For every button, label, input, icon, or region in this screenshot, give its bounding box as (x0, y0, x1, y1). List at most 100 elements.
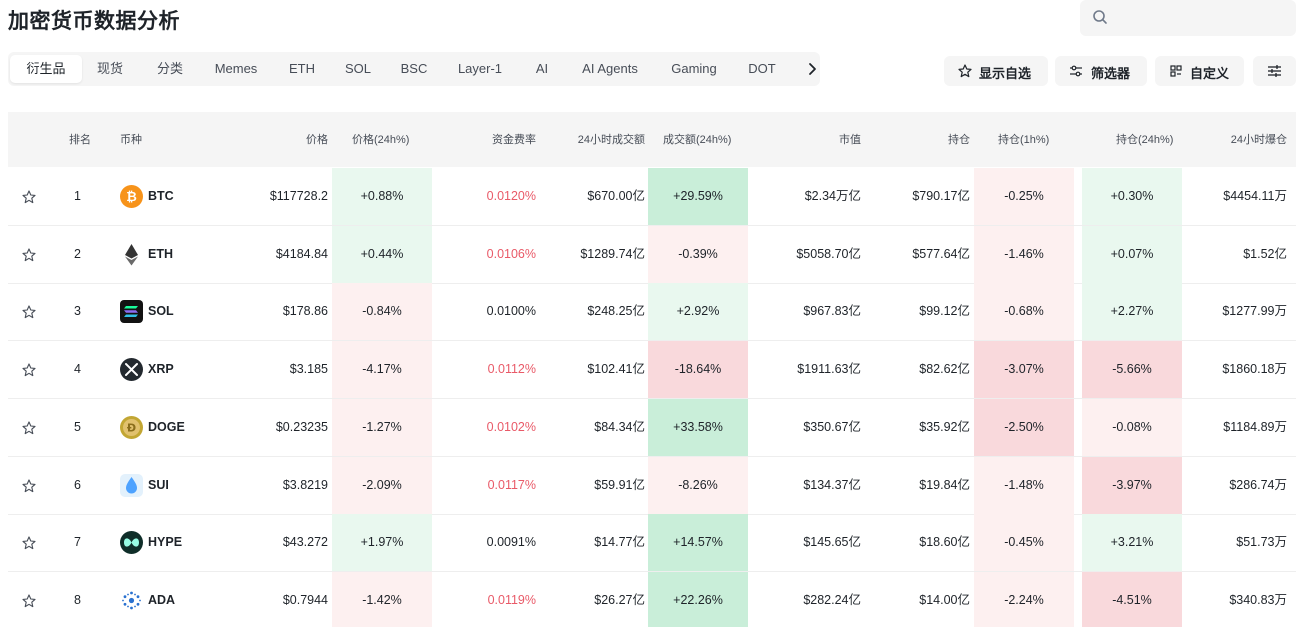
col-coin[interactable]: 币种 (120, 131, 142, 147)
coin-symbol[interactable]: XRP (148, 341, 174, 398)
price-change: +1.97% (360, 535, 404, 550)
tab-memes[interactable]: Memes (208, 55, 264, 83)
watchlist-button[interactable]: 显示自选 (944, 56, 1048, 86)
table-row[interactable]: 1 ₿ BTC $117728.2 +0.88% 0.0120% $670.00… (8, 168, 1296, 226)
coin-symbol[interactable]: DOGE (148, 399, 185, 456)
tab-bsc[interactable]: BSC (394, 55, 434, 83)
funding-rate: 0.0120% (486, 189, 536, 203)
oi-change-24h: +0.07% (1110, 246, 1154, 261)
funding-rate: 0.0119% (487, 592, 536, 607)
rank: 5 (74, 419, 81, 434)
tab-derivatives[interactable]: 衍生品 (10, 55, 82, 83)
favorite-star-icon[interactable] (22, 190, 36, 204)
oi-change-1h: -3.07% (1004, 362, 1044, 377)
volume: $14.77亿 (594, 535, 645, 550)
tab-layer1[interactable]: Layer-1 (452, 55, 508, 83)
table-row[interactable]: 5 Ð DOGE $0.23235 -1.27% 0.0102% $84.34亿… (8, 398, 1296, 457)
oi-change-24h: -0.08% (1112, 419, 1152, 434)
col-market-cap[interactable]: 市值 (839, 131, 861, 147)
sui-icon (120, 473, 143, 497)
volume: $59.91亿 (594, 477, 645, 492)
sol-icon (120, 300, 143, 324)
open-interest: $577.64亿 (912, 246, 970, 261)
price: $117728.2 (269, 189, 328, 203)
col-funding-rate[interactable]: 资金费率 (492, 131, 536, 147)
btc-icon: ₿ (120, 185, 143, 208)
table-row[interactable]: 7 HYPE $43.272 +1.97% 0.0091% $14.77亿 +1… (8, 514, 1296, 573)
customize-button[interactable]: 自定义 (1155, 56, 1244, 86)
oi-change-1h: -0.68% (1004, 304, 1044, 319)
tab-ai[interactable]: AI (528, 55, 556, 83)
rank: 1 (74, 189, 81, 203)
rank: 4 (74, 362, 81, 377)
volume: $84.34亿 (594, 419, 645, 434)
funding-rate: 0.0117% (487, 477, 536, 492)
coin-symbol[interactable]: ADA (148, 572, 175, 627)
market-cap: $134.37亿 (803, 477, 861, 492)
price: $178.86 (282, 304, 328, 319)
col-oi-24h[interactable]: 持仓(24h%) (1116, 131, 1173, 147)
table-row[interactable]: 2 ETH $4184.84 +0.44% 0.0106% $1289.74亿 … (8, 225, 1296, 284)
market-cap: $145.65亿 (803, 535, 861, 550)
col-price-change[interactable]: 价格(24h%) (352, 131, 409, 147)
liquidation: $4454.11万 (1223, 189, 1287, 203)
col-oi-1h[interactable]: 持仓(1h%) (998, 131, 1049, 147)
col-open-interest[interactable]: 持仓 (948, 131, 970, 147)
xrp-icon (120, 358, 143, 382)
col-price[interactable]: 价格 (306, 131, 328, 147)
volume-change: -0.39% (678, 246, 718, 261)
table-row[interactable]: 8 ADA $0.7944 -1.42% 0.0119% $26.27亿 +22… (8, 571, 1296, 627)
favorite-star-icon[interactable] (22, 421, 36, 435)
tab-spot[interactable]: 现货 (88, 55, 132, 83)
open-interest: $19.84亿 (919, 477, 970, 492)
table-row[interactable]: 4 XRP $3.185 -4.17% 0.0112% $102.41亿 -18… (8, 341, 1296, 400)
favorite-star-icon[interactable] (22, 248, 36, 262)
market-cap: $967.83亿 (803, 304, 861, 319)
liquidation: $1184.89万 (1223, 419, 1287, 434)
filter-button[interactable]: 筛选器 (1055, 56, 1147, 86)
coin-symbol[interactable]: BTC (148, 168, 174, 225)
search-input[interactable] (1116, 6, 1286, 30)
sliders-icon (1070, 65, 1082, 77)
page-title: 加密货币数据分析 (8, 9, 180, 33)
col-rank[interactable]: 排名 (69, 131, 91, 147)
favorite-star-icon[interactable] (22, 478, 36, 493)
favorite-star-icon[interactable] (22, 594, 36, 608)
volume: $1289.74亿 (580, 246, 645, 261)
table-row[interactable]: 6 SUI $3.8219 -2.09% 0.0117% $59.91亿 -8.… (8, 456, 1296, 515)
oi-change-24h: -4.51% (1112, 592, 1152, 607)
chevron-right-icon[interactable] (804, 61, 820, 77)
table-header: 排名 币种 价格 价格(24h%) 资金费率 24小时成交额 成交额(24h%)… (8, 112, 1296, 167)
market-cap: $5058.70亿 (796, 246, 861, 261)
category-tabs: 衍生品 现货 分类 Memes ETH SOL BSC Layer-1 AI A… (8, 52, 820, 86)
tab-eth[interactable]: ETH (282, 55, 322, 83)
settings-button[interactable] (1253, 56, 1296, 86)
table-row[interactable]: 3 SOL $178.86 -0.84% 0.0100% $248.25亿 +2… (8, 283, 1296, 342)
favorite-star-icon[interactable] (22, 305, 36, 319)
tab-categories[interactable]: 分类 (148, 55, 192, 83)
col-liquidation[interactable]: 24小时爆仓 (1231, 131, 1287, 147)
coin-symbol[interactable]: SOL (148, 283, 174, 340)
favorite-star-icon[interactable] (22, 536, 36, 550)
svg-text:₿: ₿ (126, 190, 137, 205)
search-box[interactable] (1080, 0, 1296, 36)
liquidation: $1860.18万 (1222, 362, 1287, 377)
oi-change-24h: +3.21% (1110, 535, 1154, 550)
liquidation: $51.73万 (1236, 535, 1287, 550)
price-change: +0.44% (360, 246, 404, 261)
coin-symbol[interactable]: ETH (148, 226, 173, 283)
star-icon (958, 64, 972, 78)
coin-symbol[interactable]: SUI (148, 457, 169, 514)
coin-symbol[interactable]: HYPE (148, 514, 182, 571)
tab-dot[interactable]: DOT (742, 55, 782, 83)
tab-gaming[interactable]: Gaming (664, 55, 724, 83)
col-volume-change[interactable]: 成交额(24h%) (663, 131, 731, 147)
col-volume[interactable]: 24小时成交额 (578, 131, 645, 147)
tab-sol[interactable]: SOL (338, 55, 378, 83)
favorite-star-icon[interactable] (22, 363, 36, 377)
price-change: -0.84% (362, 304, 402, 319)
price-change: -4.17% (362, 362, 402, 377)
oi-change-1h: -1.48% (1004, 477, 1044, 492)
tab-ai-agents[interactable]: AI Agents (576, 55, 644, 83)
open-interest: $82.62亿 (919, 362, 970, 377)
